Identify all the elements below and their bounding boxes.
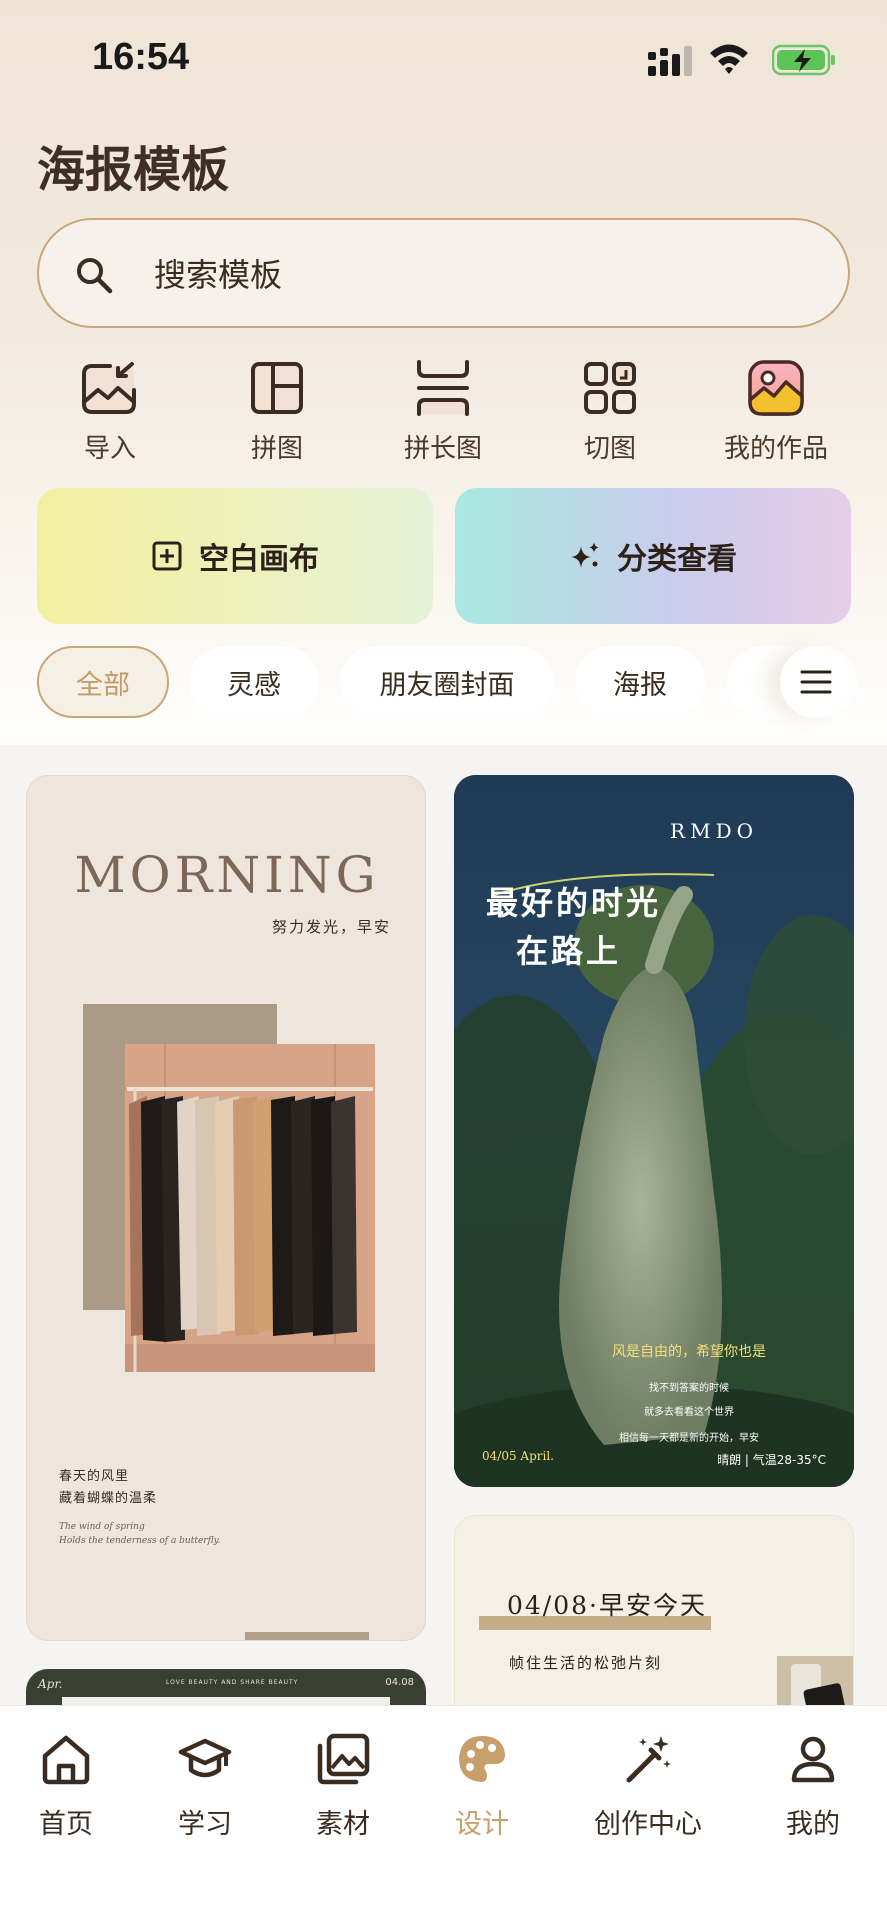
daily-thumbnail-image: [777, 1656, 853, 1705]
sparkle-icon: [571, 542, 599, 568]
photo-yellow-line: 风是自由的，希望你也是: [612, 1344, 766, 1360]
blank-canvas-label: 空白画布: [199, 542, 319, 577]
photo-headline-line1: 最好的时光: [486, 884, 662, 922]
import-image-icon: [82, 362, 136, 414]
tool-row: 导入 拼图 拼长图 切图 我的作品: [0, 352, 887, 464]
template-feed: MORNING 努力发光，早安 春天的风里 藏着蝴蝶的温柔 The wind o…: [0, 745, 887, 1705]
my-works-icon: [748, 360, 804, 416]
clothes-rack-image: [125, 1044, 375, 1372]
tab-learn-label: 学习: [178, 1809, 232, 1840]
template-card-april[interactable]: Apr. LOVE BEAUTY AND SHARE BEAUTY 04.08: [26, 1669, 426, 1705]
menu-icon: [800, 670, 832, 694]
tool-my-works-label: 我的作品: [723, 434, 828, 464]
tool-import[interactable]: 导入: [30, 352, 190, 464]
tool-long-collage-label: 拼长图: [403, 434, 482, 464]
magic-wand-icon: [626, 1736, 671, 1783]
page-title: 海报模板: [37, 142, 230, 198]
photo-date: 04/05 April.: [482, 1449, 554, 1463]
bottom-tab-bar: 首页 学习 素材 设计 创作中心 我的: [0, 1705, 887, 1920]
browse-categories-label: 分类查看: [617, 542, 737, 577]
status-time: 16:54: [92, 36, 190, 78]
tab-materials-label: 素材: [316, 1809, 370, 1840]
tab-home-label: 首页: [39, 1809, 93, 1840]
tool-slice-label: 切图: [583, 434, 636, 464]
photo-line-1: 找不到答案的时候: [649, 1383, 729, 1394]
daily-title: 04/08·早安今天: [507, 1591, 707, 1620]
photo-line-2: 就多去看看这个世界: [644, 1407, 734, 1418]
tab-me[interactable]: 我的: [738, 1732, 887, 1841]
photo-headline-line2: 在路上: [516, 932, 622, 970]
browse-categories-button[interactable]: 分类查看: [455, 488, 851, 624]
morning-caption-en: The wind of spring Holds the tenderness …: [59, 1520, 220, 1548]
slice-icon: [584, 362, 636, 414]
chip-moments-cover[interactable]: 朋友圈封面: [340, 646, 554, 718]
morning-caption-en-line2: Holds the tenderness of a butterfly.: [59, 1536, 221, 1546]
tab-home[interactable]: 首页: [0, 1732, 141, 1841]
tab-materials[interactable]: 素材: [268, 1732, 418, 1841]
category-chips: 全部 灵感 朋友圈封面 海报: [0, 646, 887, 722]
tool-collage-label: 拼图: [250, 434, 303, 464]
april-right-label: 04.08: [385, 1677, 414, 1688]
tool-import-label: 导入: [83, 434, 136, 464]
add-square-icon: [152, 541, 182, 571]
tool-slice[interactable]: 切图: [530, 352, 690, 464]
template-card-best-time[interactable]: RMDO 最好的时光 在路上 风是自由的，希望你也是 找不到答案的时候 就多去看…: [454, 775, 854, 1487]
template-card-daily[interactable]: 04/08·早安今天 帧住生活的松弛片刻: [454, 1515, 854, 1705]
user-icon: [791, 1736, 835, 1783]
template-card-morning[interactable]: MORNING 努力发光，早安 春天的风里 藏着蝴蝶的温柔 The wind o…: [26, 775, 426, 1641]
tab-creator-center[interactable]: 创作中心: [573, 1732, 723, 1841]
morning-subtitle: 努力发光，早安: [271, 918, 391, 936]
search-icon: [77, 258, 113, 294]
tab-creator-center-label: 创作中心: [594, 1809, 702, 1840]
tab-learn[interactable]: 学习: [130, 1732, 280, 1841]
tab-design-label: 设计: [455, 1809, 509, 1840]
morning-caption-cn-line1: 春天的风里: [59, 1469, 130, 1484]
morning-caption-en-line1: The wind of spring: [59, 1522, 145, 1532]
morning-title: MORNING: [74, 846, 380, 904]
graduation-cap-icon: [178, 1738, 232, 1778]
clothes-rack-illustration: [125, 1044, 375, 1372]
gallery-icon: [317, 1733, 370, 1785]
wifi-icon: [710, 44, 748, 74]
photo-weather: 晴朗 | 气温28-35°C: [717, 1453, 826, 1467]
chip-all[interactable]: 全部: [37, 646, 169, 718]
tool-long-collage[interactable]: 拼长图: [363, 352, 523, 464]
photo-headline: 最好的时光 在路上: [486, 879, 661, 975]
signal-icon: [648, 46, 692, 76]
search-bar[interactable]: [37, 218, 850, 328]
search-input[interactable]: [154, 248, 754, 302]
category-menu-button[interactable]: [780, 646, 852, 718]
photo-signature: RMDO: [670, 819, 758, 843]
phone-photo-illustration: [777, 1656, 853, 1705]
chip-inspiration[interactable]: 灵感: [189, 646, 319, 718]
palette-icon: [459, 1736, 505, 1782]
photo-line-3: 相信每一天都是新的开始，早安: [619, 1433, 759, 1444]
april-white-panel: [62, 1697, 390, 1705]
home-icon: [42, 1735, 90, 1785]
april-left-label: Apr.: [38, 1677, 63, 1691]
collage-icon: [251, 362, 303, 414]
long-collage-icon: [417, 360, 469, 416]
morning-caption-cn: 春天的风里 藏着蝴蝶的温柔: [59, 1466, 157, 1510]
tool-my-works[interactable]: 我的作品: [696, 352, 856, 464]
battery-charging-icon: [772, 44, 835, 76]
tab-me-label: 我的: [786, 1809, 840, 1840]
decorative-bar: [245, 1632, 369, 1640]
tool-collage[interactable]: 拼图: [197, 352, 357, 464]
chip-poster[interactable]: 海报: [575, 646, 705, 718]
status-bar: 16:54: [0, 0, 887, 110]
tab-design[interactable]: 设计: [407, 1732, 557, 1841]
april-middle-label: LOVE BEAUTY AND SHARE BEAUTY: [166, 1679, 299, 1686]
morning-caption-cn-line2: 藏着蝴蝶的温柔: [59, 1491, 158, 1506]
daily-subtitle: 帧住生活的松弛片刻: [509, 1654, 663, 1672]
blank-canvas-button[interactable]: 空白画布: [37, 488, 433, 624]
